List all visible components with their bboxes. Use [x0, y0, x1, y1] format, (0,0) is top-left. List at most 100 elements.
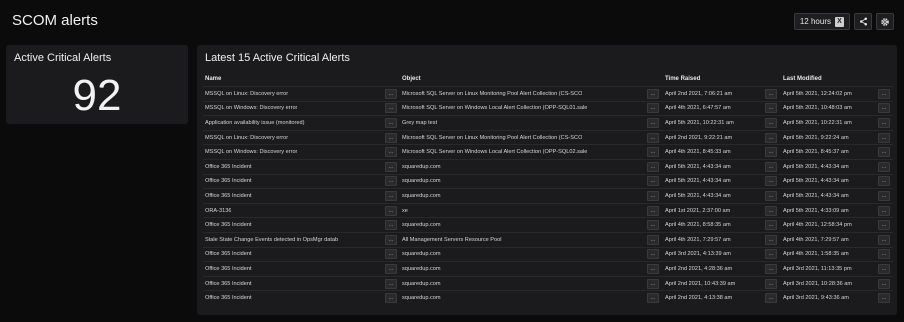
table-row[interactable]: Office 365 Incident... squaredup.com... Ap…	[203, 246, 893, 262]
table-row[interactable]: Stale State Change Events detected in Op…	[203, 231, 893, 247]
more-options-button[interactable]: ...	[647, 132, 659, 143]
more-options-button[interactable]: ...	[647, 263, 659, 274]
more-options-button[interactable]: ...	[385, 161, 397, 172]
more-options-button[interactable]: ...	[878, 220, 890, 231]
more-options-button[interactable]: ...	[765, 190, 777, 201]
cell-object: squaredup.com...	[400, 190, 663, 201]
more-options-button[interactable]: ...	[647, 147, 659, 158]
share-button[interactable]	[854, 13, 872, 30]
more-options-button[interactable]: ...	[647, 161, 659, 172]
more-options-button[interactable]: ...	[385, 103, 397, 114]
more-options-button[interactable]: ...	[765, 132, 777, 143]
more-options-button[interactable]: ...	[765, 161, 777, 172]
more-options-button[interactable]: ...	[765, 176, 777, 187]
column-header-last-modified[interactable]: Last Modified	[781, 76, 893, 82]
more-options-button[interactable]: ...	[647, 278, 659, 289]
more-options-button[interactable]: ...	[878, 263, 890, 274]
column-header-time-raised[interactable]: Time Raised	[663, 76, 781, 82]
more-options-button[interactable]: ...	[385, 88, 397, 99]
more-options-button[interactable]: ...	[385, 190, 397, 201]
table-row[interactable]: MSSQL on Linux: Discovery error... Micros…	[203, 86, 893, 101]
more-options-button[interactable]: ...	[647, 117, 659, 128]
more-options-button[interactable]: ...	[765, 220, 777, 231]
cell-last-modified: April 5th 2021, 12:24:02 pm...	[781, 88, 893, 99]
excel-icon[interactable]: X	[835, 16, 844, 27]
cell-last-modified-text: April 3rd 2021, 9:43:36 am	[783, 295, 849, 302]
more-options-button[interactable]: ...	[647, 249, 659, 260]
more-options-button[interactable]: ...	[878, 205, 890, 216]
more-options-button[interactable]: ...	[647, 103, 659, 114]
table-row[interactable]: Office 365 Incident... squaredup.com... Ap…	[203, 188, 893, 203]
more-options-button[interactable]: ...	[385, 220, 397, 231]
table-row[interactable]: MSSQL on Windows: Discovery error... Micr…	[203, 100, 893, 116]
more-options-button[interactable]: ...	[765, 205, 777, 216]
table-row[interactable]: Office 365 Incident... squaredup.com... Ap…	[203, 290, 893, 305]
more-options-button[interactable]: ...	[385, 293, 397, 304]
alerts-table: Name Object Time Raised Last Modified MS…	[203, 71, 893, 305]
cell-name-text: Office 365 Incident	[205, 163, 252, 170]
column-header-object[interactable]: Object	[400, 76, 663, 82]
more-options-button[interactable]: ...	[878, 88, 890, 99]
cell-last-modified: April 5th 2021, 4:43:34 am...	[781, 190, 893, 201]
more-options-button[interactable]: ...	[765, 147, 777, 158]
more-options-button[interactable]: ...	[878, 103, 890, 114]
more-options-button[interactable]: ...	[385, 176, 397, 187]
cell-time-raised: April 5th 2021, 4:43:34 am...	[663, 190, 781, 201]
cell-time-raised-text: April 2nd 2021, 10:43:39 am	[665, 280, 736, 287]
cell-time-raised: April 2nd 2021, 4:13:38 am...	[663, 293, 781, 304]
more-options-button[interactable]: ...	[385, 278, 397, 289]
more-options-button[interactable]: ...	[647, 88, 659, 99]
more-options-button[interactable]: ...	[385, 263, 397, 274]
more-options-button[interactable]: ...	[878, 190, 890, 201]
more-options-button[interactable]: ...	[647, 205, 659, 216]
more-options-button[interactable]: ...	[878, 132, 890, 143]
more-options-button[interactable]: ...	[878, 161, 890, 172]
cell-last-modified: April 5th 2021, 4:33:09 am...	[781, 205, 893, 216]
more-options-button[interactable]: ...	[765, 117, 777, 128]
more-options-button[interactable]: ...	[878, 249, 890, 260]
more-options-button[interactable]: ...	[765, 103, 777, 114]
more-options-button[interactable]: ...	[385, 234, 397, 245]
more-options-button[interactable]: ...	[385, 205, 397, 216]
more-options-button[interactable]: ...	[878, 234, 890, 245]
more-options-button[interactable]: ...	[765, 249, 777, 260]
active-critical-alerts-tile[interactable]: Active Critical Alerts 92	[6, 45, 188, 124]
more-options-button[interactable]: ...	[878, 147, 890, 158]
table-row[interactable]: Office 365 Incident... squaredup.com... Ap…	[203, 173, 893, 189]
more-options-button[interactable]: ...	[765, 263, 777, 274]
timeframe-button[interactable]: 12 hours X	[793, 13, 850, 30]
cell-object: squaredup.com...	[400, 249, 663, 260]
more-options-button[interactable]: ...	[647, 220, 659, 231]
more-options-button[interactable]: ...	[765, 293, 777, 304]
table-row[interactable]: Application availability issue (monitore…	[203, 115, 893, 130]
cell-last-modified-text: April 5th 2021, 10:22:31 am	[783, 119, 852, 126]
more-options-button[interactable]: ...	[878, 117, 890, 128]
more-options-button[interactable]: ...	[385, 147, 397, 158]
cell-time-raised: April 2nd 2021, 4:28:36 am...	[663, 263, 781, 274]
cell-last-modified-text: April 4th 2021, 1:58:35 am	[783, 251, 849, 258]
more-options-button[interactable]: ...	[878, 176, 890, 187]
table-row[interactable]: Office 365 Incident... squaredup.com... Ap…	[203, 217, 893, 232]
cell-object-text: squaredup.com	[402, 163, 441, 170]
table-row[interactable]: Office 365 Incident... squaredup.com... Ap…	[203, 275, 893, 291]
table-row[interactable]: MSSQL on Windows: Discovery error... Micr…	[203, 144, 893, 159]
table-row[interactable]: ORA-3136... xe... April 1st 2021, 2:37:00 …	[203, 202, 893, 218]
table-row[interactable]: Office 365 Incident... squaredup.com... Ap…	[203, 261, 893, 276]
more-options-button[interactable]: ...	[878, 278, 890, 289]
more-options-button[interactable]: ...	[647, 176, 659, 187]
settings-button[interactable]	[876, 13, 894, 30]
column-header-name[interactable]: Name	[203, 76, 400, 82]
more-options-button[interactable]: ...	[647, 190, 659, 201]
more-options-button[interactable]: ...	[765, 278, 777, 289]
cell-last-modified-text: April 3rd 2021, 11:13:35 pm	[783, 265, 852, 272]
more-options-button[interactable]: ...	[765, 234, 777, 245]
table-row[interactable]: Office 365 Incident... squaredup.com... Ap…	[203, 158, 893, 174]
more-options-button[interactable]: ...	[647, 293, 659, 304]
table-row[interactable]: MSSQL on Linux: Discovery error... Micros…	[203, 129, 893, 145]
more-options-button[interactable]: ...	[385, 132, 397, 143]
more-options-button[interactable]: ...	[878, 293, 890, 304]
more-options-button[interactable]: ...	[765, 88, 777, 99]
more-options-button[interactable]: ...	[385, 249, 397, 260]
more-options-button[interactable]: ...	[647, 234, 659, 245]
more-options-button[interactable]: ...	[385, 117, 397, 128]
